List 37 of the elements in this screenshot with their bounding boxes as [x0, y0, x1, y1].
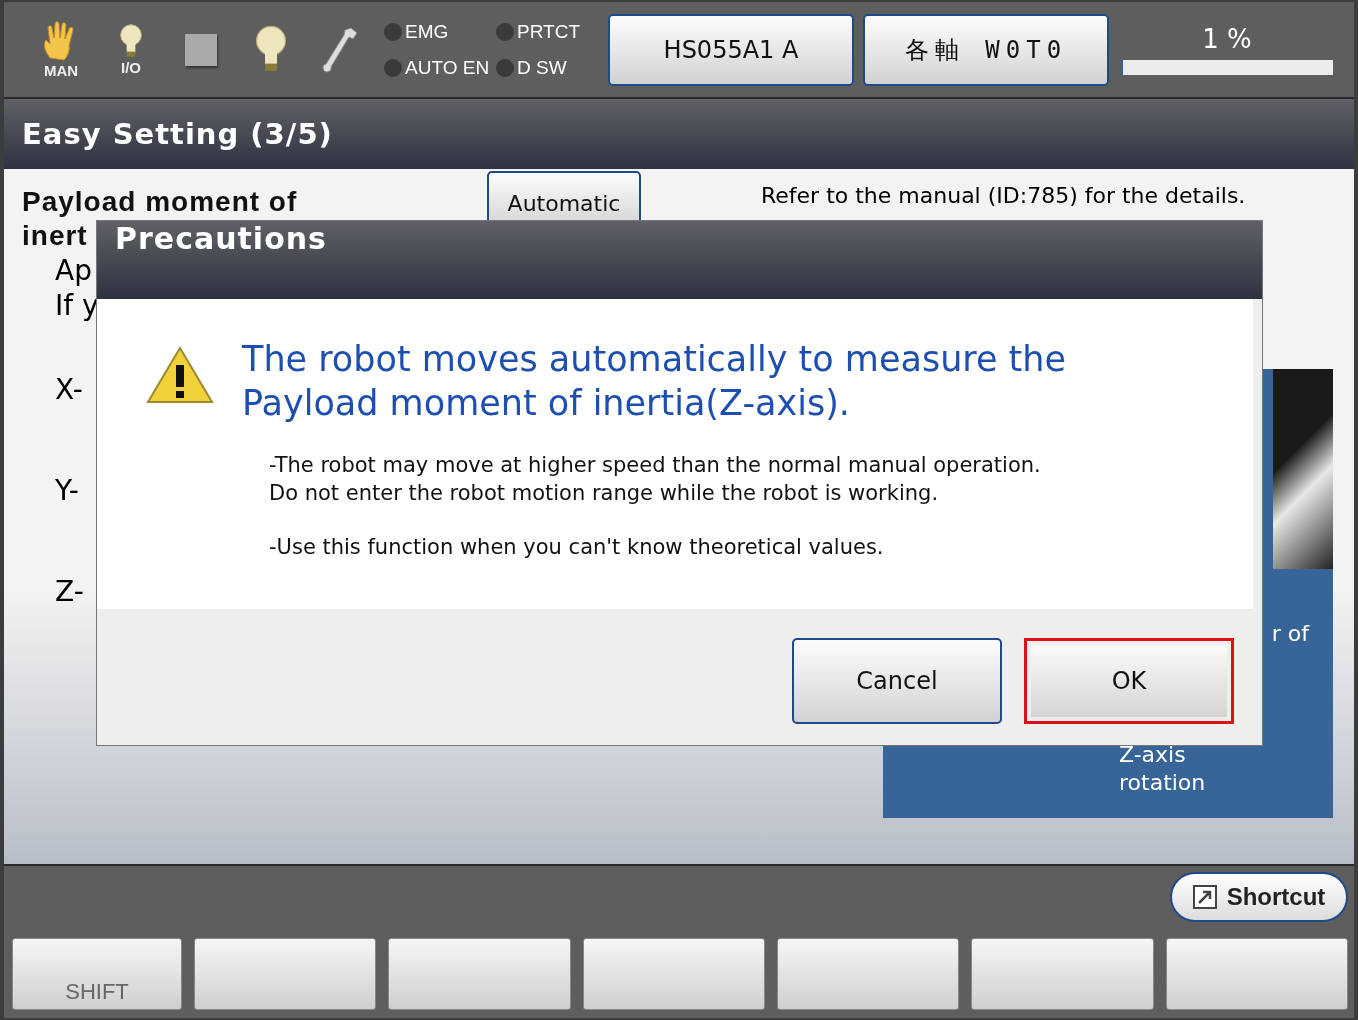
screen-title: Easy Setting (3/5)	[4, 99, 1354, 169]
axis-caption: Z-axis rotation	[1119, 741, 1206, 797]
dialog-title: Precautions	[97, 221, 1262, 299]
mode-label: MAN	[43, 62, 79, 79]
axis-label: Z-	[55, 575, 84, 608]
panel-text: r of	[1271, 621, 1309, 646]
light-bulb-icon[interactable]	[118, 22, 144, 60]
dialog-button[interactable]: Cancel	[792, 638, 1002, 724]
function-key[interactable]	[1165, 938, 1348, 1010]
warning-icon	[145, 345, 215, 405]
function-key[interactable]	[777, 938, 960, 1010]
lamp-label: AUTO EN	[405, 56, 490, 79]
axis-mode-button[interactable]: 各軸 W0T0	[863, 13, 1109, 86]
section-heading: Payload moment of	[22, 185, 298, 219]
function-key[interactable]: SHIFT	[12, 938, 182, 1010]
dialog-message: The robot moves automatically to measure the Payload moment of inertia(Z-axis).	[242, 338, 1068, 425]
lamp-label: D SW	[517, 56, 567, 79]
function-key[interactable]	[194, 938, 377, 1010]
dialog-note: -The robot may move at higher speed than the normal manual operation. Do not enter the robot motion range while the robot is working.	[268, 452, 1042, 507]
speed-reading: 1 %	[1202, 24, 1252, 54]
dialog-note: -Use this function when you can't know theoretical values.	[268, 534, 885, 561]
robot-model-button[interactable]: HS055A1 A	[608, 13, 854, 86]
shortcut-button[interactable]: Shortcut	[1170, 872, 1348, 922]
lamp-label: EMG	[405, 20, 449, 43]
function-key[interactable]	[388, 938, 571, 1010]
description-text: Ap	[54, 253, 93, 288]
lamp-label: PRTCT	[517, 20, 580, 43]
axis-label: Y-	[55, 474, 79, 507]
mode-label: I/O	[121, 59, 141, 77]
function-key[interactable]	[971, 938, 1154, 1010]
stop-square-icon[interactable]	[185, 33, 217, 66]
function-key[interactable]	[582, 938, 765, 1010]
section-heading: inert	[22, 219, 88, 253]
manual-reference-note: Refer to the manual (ID:785) for the details.	[761, 183, 1246, 208]
description-text: If y	[54, 288, 100, 323]
axis-label: X-	[55, 373, 83, 406]
dialog-button[interactable]: OK	[1024, 638, 1234, 724]
